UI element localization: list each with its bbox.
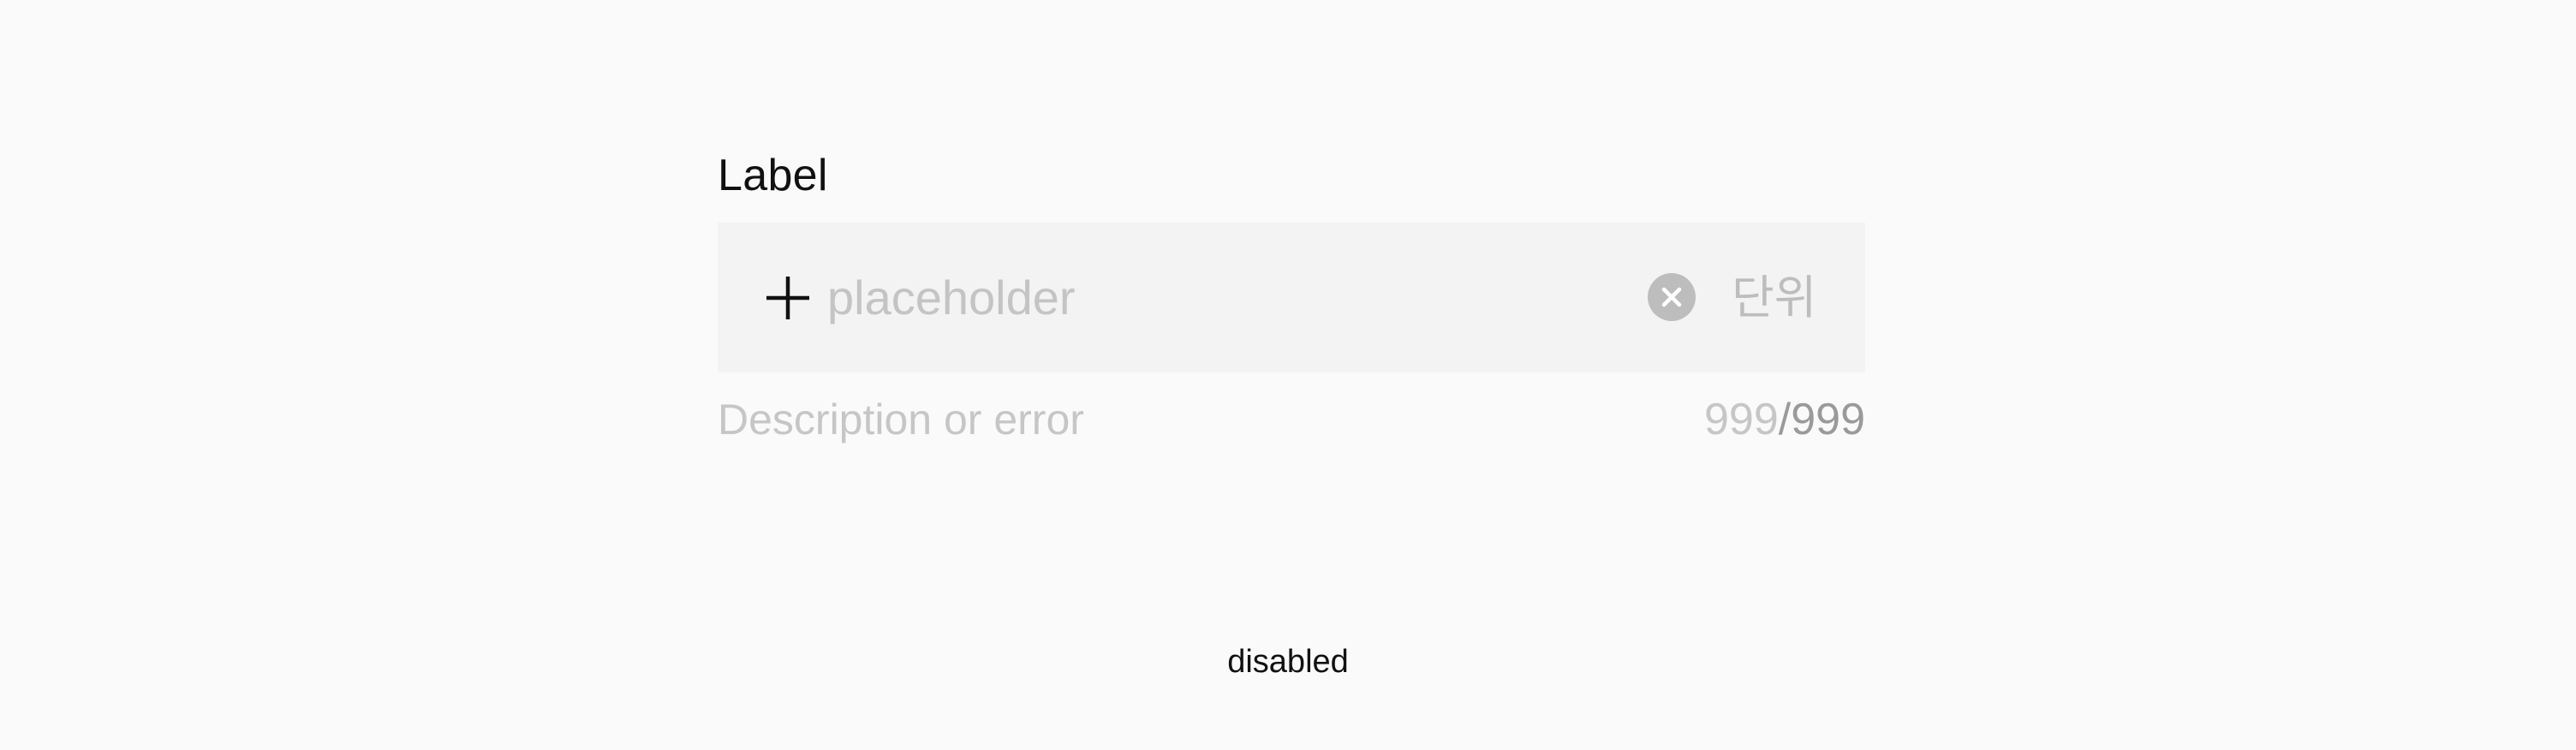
counter-current: 999	[1704, 395, 1779, 444]
state-caption: disabled	[1227, 644, 1349, 680]
text-input[interactable]: placeholder 단위	[718, 223, 1865, 372]
description-text: Description or error	[718, 396, 1084, 443]
field-label: Label	[718, 151, 828, 200]
input-placeholder: placeholder	[827, 271, 1076, 324]
canvas: Label placeholder 단위 Description or erro…	[0, 0, 2576, 750]
counter-separator: /	[1778, 395, 1792, 444]
plus-icon[interactable]	[765, 275, 811, 321]
text-field: Label placeholder 단위 Description or erro…	[718, 146, 1865, 444]
clear-icon[interactable]	[1647, 272, 1696, 322]
character-counter: 999/999	[1704, 392, 1865, 447]
counter-max: 999	[1791, 395, 1865, 444]
unit-suffix: 단위	[1732, 271, 1817, 324]
